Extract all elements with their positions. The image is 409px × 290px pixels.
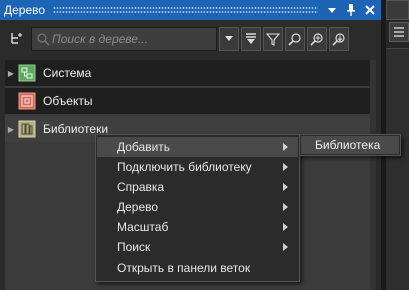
submenu-item-library[interactable]: Библиотека <box>301 136 399 154</box>
submenu-arrow-icon <box>283 143 288 151</box>
menu-item-open-in-branches-panel[interactable]: Открыть в панели веток <box>97 258 298 278</box>
dropdown-arrow-icon[interactable] <box>219 27 239 51</box>
objects-icon <box>17 91 37 111</box>
expand-arrow-icon[interactable]: ▶ <box>5 69 17 78</box>
tree-scrollbar[interactable] <box>370 60 376 290</box>
menu-item-help[interactable]: Справка <box>97 177 298 197</box>
search-icon <box>36 32 50 46</box>
find-previous-icon[interactable] <box>329 27 349 51</box>
titlebar-grip[interactable] <box>53 6 318 14</box>
menu-item-label: Добавить <box>117 140 171 154</box>
pin-icon[interactable] <box>343 2 359 18</box>
submenu-item-label: Библиотека <box>315 138 381 152</box>
menu-item-label: Дерево <box>117 200 159 214</box>
tree-item-system[interactable]: ▶ Система <box>5 60 370 86</box>
find-next-icon[interactable] <box>307 27 327 51</box>
menu-item-search[interactable]: Поиск <box>97 237 298 257</box>
menu-item-add[interactable]: Добавить <box>97 137 298 157</box>
tree-view-icon[interactable] <box>5 27 29 51</box>
dropdown-icon[interactable] <box>324 2 340 18</box>
tree-toolbar <box>0 20 381 60</box>
list-view-icon[interactable] <box>389 22 409 42</box>
collapse-icon[interactable] <box>241 27 261 51</box>
expand-arrow-icon[interactable]: ▶ <box>5 125 17 134</box>
menu-item-label: Открыть в панели веток <box>117 261 251 275</box>
menu-item-label: Подключить библиотеку <box>117 160 252 174</box>
tree-item-label: Система <box>43 66 92 80</box>
close-icon[interactable] <box>362 2 378 18</box>
libraries-icon <box>17 119 37 139</box>
submenu-add: Библиотека <box>299 134 401 156</box>
submenu-arrow-icon <box>283 223 288 231</box>
find-icon[interactable] <box>285 27 305 51</box>
submenu-arrow-icon <box>283 183 288 191</box>
tree-item-objects[interactable]: Объекты <box>5 88 370 114</box>
submenu-arrow-icon <box>283 203 288 211</box>
filter-icon[interactable] <box>263 27 283 51</box>
panel-title: Дерево <box>4 3 46 17</box>
menu-item-scale[interactable]: Масштаб <box>97 217 298 237</box>
system-icon <box>17 63 37 83</box>
search-input[interactable] <box>52 30 214 48</box>
submenu-arrow-icon <box>283 243 288 251</box>
adjacent-panel-body <box>386 48 409 290</box>
adjacent-panel-header <box>386 0 409 20</box>
panel-titlebar[interactable]: Дерево <box>0 0 381 20</box>
tree-item-label: Объекты <box>43 94 93 108</box>
menu-item-label: Масштаб <box>117 220 169 234</box>
submenu-arrow-icon <box>283 163 288 171</box>
menu-item-label: Поиск <box>117 240 151 254</box>
menu-item-label: Справка <box>117 180 165 194</box>
menu-item-tree[interactable]: Дерево <box>97 197 298 217</box>
context-menu: Добавить Подключить библиотеку Справка Д… <box>95 134 300 282</box>
menu-item-connect-library[interactable]: Подключить библиотеку <box>97 157 298 177</box>
search-box[interactable] <box>31 27 217 51</box>
